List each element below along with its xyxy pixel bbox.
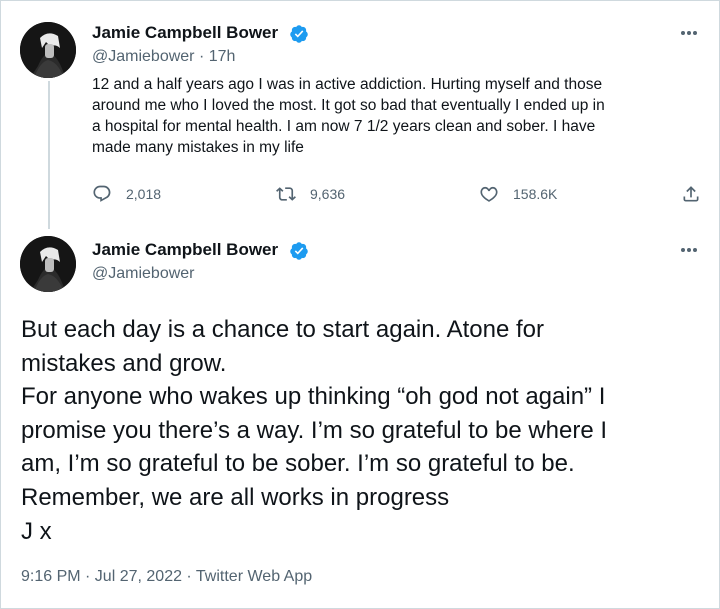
handle[interactable]: @Jamiebower bbox=[92, 265, 195, 283]
like-count: 158.6K bbox=[513, 186, 558, 202]
tweet-text-line: J x bbox=[21, 517, 52, 545]
tweet-text-line: around me who I loved the most. It got s… bbox=[92, 97, 605, 114]
time-ago[interactable]: 17h bbox=[209, 48, 236, 65]
share-button[interactable] bbox=[681, 184, 715, 204]
separator: · bbox=[198, 48, 205, 65]
share-icon bbox=[683, 186, 699, 202]
verified-badge-icon bbox=[290, 242, 308, 260]
reply-count: 2,018 bbox=[126, 186, 162, 202]
tweet-text-line: But each day is a chance to start again.… bbox=[21, 316, 544, 343]
avatar[interactable] bbox=[20, 22, 76, 78]
retweet-icon bbox=[276, 187, 296, 201]
verified-badge-icon bbox=[290, 25, 308, 43]
tweet-text-line: mistakes and grow. bbox=[21, 349, 227, 377]
tweet-text-line: Remember, we are all works in progress bbox=[21, 483, 450, 511]
tweet-text: But each day is a chance to start again.… bbox=[21, 313, 711, 548]
tweet-text-line: a hospital for mental health. I am now 7… bbox=[92, 118, 596, 135]
tweet-actions: 2,018 9,636 158.6K bbox=[92, 184, 704, 208]
more-icon[interactable] bbox=[678, 22, 700, 44]
handle[interactable]: @Jamiebower bbox=[92, 48, 195, 65]
reply-button[interactable]: 2,018 bbox=[92, 184, 161, 204]
reply-icon bbox=[93, 185, 111, 202]
display-name[interactable]: Jamie Campbell Bower bbox=[92, 23, 278, 43]
tweet-text-line: am, I’m so grateful to be sober. I’m so … bbox=[21, 450, 575, 478]
like-button[interactable]: 158.6K bbox=[479, 184, 557, 204]
thread-connector-line bbox=[48, 81, 50, 229]
tweet-text: 12 and a half years ago I was in active … bbox=[92, 74, 702, 158]
tweet-text-line: made many mistakes in my life bbox=[92, 139, 304, 156]
tweet-meta: @Jamiebower · 17h bbox=[92, 48, 235, 66]
display-name[interactable]: Jamie Campbell Bower bbox=[92, 240, 278, 260]
avatar[interactable] bbox=[20, 236, 76, 292]
retweet-button[interactable]: 9,636 bbox=[276, 184, 345, 204]
more-icon[interactable] bbox=[678, 239, 700, 261]
heart-icon bbox=[480, 186, 498, 202]
tweet-timestamp[interactable]: 9:16 PM · Jul 27, 2022 · Twitter Web App bbox=[21, 568, 312, 586]
tweet-text-line: For anyone who wakes up thinking “oh god… bbox=[21, 383, 606, 411]
tweet-text-line: promise you there’s a way. I’m so gratef… bbox=[21, 416, 608, 444]
retweet-count: 9,636 bbox=[310, 186, 346, 202]
tweet-thread-card: Jamie Campbell Bower @Jamiebower · 17h 1… bbox=[0, 0, 720, 609]
tweet-text-line: 12 and a half years ago I was in active … bbox=[92, 76, 603, 93]
